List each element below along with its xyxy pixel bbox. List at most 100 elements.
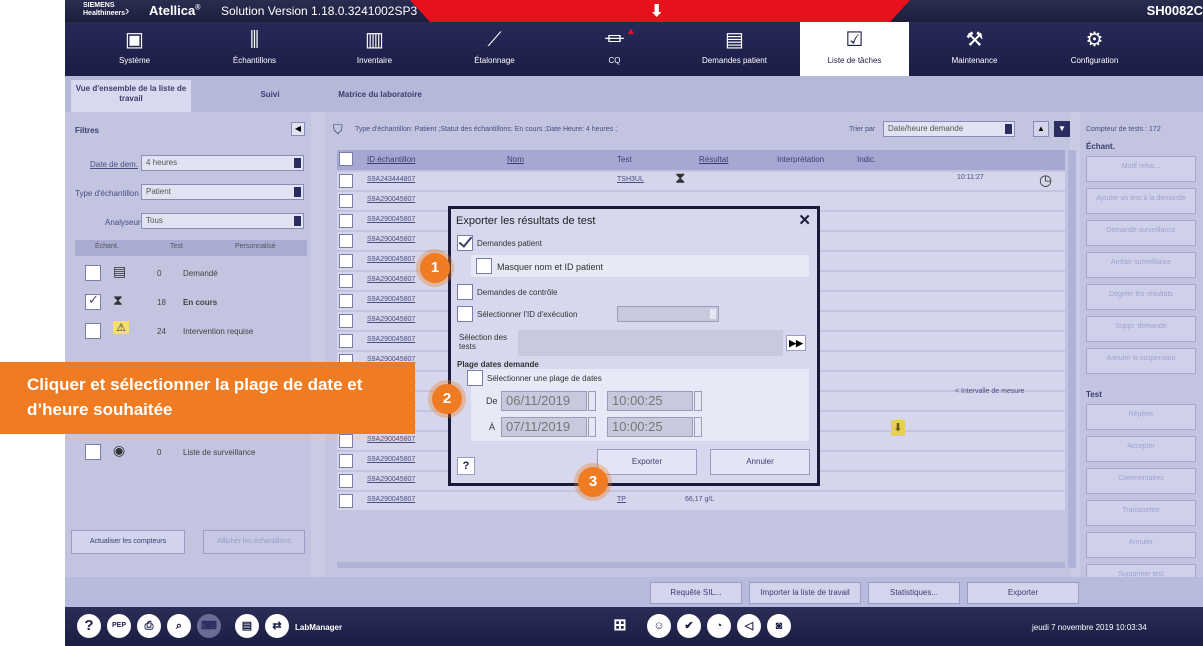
column-id[interactable]: ID échantillon [367,155,415,164]
from-time-spinner[interactable] [694,391,702,411]
print-icon[interactable]: ⎙ [137,614,161,638]
nav-maintenance[interactable]: ⚒ Maintenance [920,22,1029,76]
row-sample-id[interactable]: S9A243444807 [367,176,415,183]
tab-overview[interactable]: Vue d'ensemble de la liste de travail [71,80,191,112]
filter-checkbox-surveillance[interactable] [85,444,101,460]
row-sample-id[interactable]: S9A290045807 [367,216,415,223]
nav-echantillons[interactable]: ⫼ Échantillons [200,22,309,76]
analyser-select[interactable]: Tous [141,213,304,229]
nav-inventaire[interactable]: ▥ Inventaire [320,22,429,76]
sort-descending-button[interactable]: ▼ [1054,121,1070,137]
table-row[interactable]: S9A243444807 TSH3UL [337,172,1065,191]
row-sample-id[interactable]: S9A290045807 [367,316,415,323]
camera-icon[interactable]: ◙ [767,614,791,638]
row-sample-id[interactable]: S9A290045807 [367,496,415,503]
from-date-spinner[interactable] [588,391,596,411]
filter-tab-perso[interactable]: Personnalisé [235,243,275,250]
row-checkbox[interactable] [339,174,353,188]
action-button[interactable]: Motif refus... [1086,156,1196,182]
help-icon[interactable]: ? [77,614,101,638]
to-time-input[interactable]: 10:00:25 [607,417,693,437]
filter-tab-echant[interactable]: Échant. [95,243,119,250]
statistics-button[interactable]: Statistiques... [868,582,960,604]
dialog-cancel-button[interactable]: Annuler [710,449,810,475]
requete-sil-button[interactable]: Requête SIL... [650,582,742,604]
row-test[interactable]: TP [617,496,626,503]
export-button[interactable]: Exporter [967,582,1079,604]
row-checkbox[interactable] [339,234,353,248]
filter-checkbox-en-cours[interactable]: ✓ [85,292,101,310]
action-button[interactable]: Suppr. demande [1086,316,1196,342]
row-checkbox[interactable] [339,474,353,488]
run-id-select[interactable] [617,306,719,322]
nav-systeme[interactable]: ▣ Système [80,22,189,76]
nav-demandes-patient[interactable]: ▤ Demandes patient [680,22,789,76]
search-icon[interactable]: ⌕ [167,614,191,638]
row-sample-id[interactable]: S9A290045807 [367,196,415,203]
document-icon[interactable]: ▤ [235,614,259,638]
action-button[interactable]: Annuler [1086,532,1196,558]
network-tree-icon[interactable]: ⊞ [608,614,632,638]
row-test[interactable]: TSH3UL [617,176,644,183]
action-button[interactable]: Accepter [1086,436,1196,462]
row-sample-id[interactable]: S9A290045807 [367,436,415,443]
sort-select[interactable]: Date/heure demande [883,121,1015,137]
row-checkbox[interactable] [339,334,353,348]
pep-icon[interactable]: PEP [107,614,131,638]
nav-configuration[interactable]: ⚙ Configuration [1040,22,1149,76]
collapse-left-icon[interactable]: ◀ [291,122,305,136]
row-sample-id[interactable]: S9A290045807 [367,256,415,263]
row-sample-id[interactable]: S9A290045807 [367,296,415,303]
row-sample-id[interactable]: S9A290045807 [367,336,415,343]
row-sample-id[interactable]: S9A290045807 [367,236,415,243]
sample-status-icon[interactable]: ✔ [677,614,701,638]
nav-liste-taches[interactable]: ☑ Liste de tâches [800,22,909,76]
action-button[interactable]: Commentaires [1086,468,1196,494]
action-button[interactable]: Répéter [1086,404,1196,430]
close-icon[interactable]: ✕ [798,211,811,229]
row-sample-id[interactable]: S9A290045807 [367,456,415,463]
row-checkbox[interactable] [339,194,353,208]
column-interpretation[interactable]: Interprétation [777,155,824,164]
nav-cq[interactable]: ⏛ CQ ▲ [560,22,669,76]
column-resultat[interactable]: Résultat [699,155,728,164]
date-range-checkbox[interactable] [467,370,483,386]
nav-etalonnage[interactable]: ⟋ Étalonnage [440,22,549,76]
gauge-icon[interactable]: ◔ [707,614,731,638]
date-select[interactable]: 4 heures [141,155,304,171]
date-label[interactable]: Date de dem. [90,160,138,169]
show-samples-button[interactable]: Afficher les échantillons [203,530,305,554]
vertical-scrollbar[interactable] [1068,150,1076,568]
refresh-counters-button[interactable]: Actualiser les compteurs [71,530,185,554]
row-checkbox[interactable] [339,294,353,308]
row-checkbox[interactable] [339,314,353,328]
to-date-input[interactable]: 07/11/2019 [501,417,587,437]
arrow-down-icon[interactable]: ⬇ [650,1,663,21]
row-checkbox[interactable] [339,454,353,468]
network-icon[interactable]: ⇄ [265,614,289,638]
select-all-checkbox[interactable] [339,152,353,166]
mask-name-checkbox[interactable] [476,258,492,274]
patient-orders-checkbox[interactable] [457,235,473,251]
dialog-export-button[interactable]: Exporter [597,449,697,475]
column-nom[interactable]: Nom [507,155,524,164]
filter-icon[interactable]: ⛉ [333,122,343,138]
run-id-checkbox[interactable] [457,306,473,322]
filter-checkbox-intervention[interactable] [85,323,101,339]
sort-ascending-button[interactable]: ▲ [1033,121,1049,137]
action-button[interactable]: Dégeler les résultats [1086,284,1196,310]
action-button[interactable]: Demande surveillance [1086,220,1196,246]
user-icon[interactable]: ☺ [647,614,671,638]
filter-tab-test[interactable]: Test [170,243,183,250]
import-worklist-button[interactable]: Importer la liste de travail [749,582,861,604]
action-button[interactable]: Ajouter un test à la demande [1086,188,1196,214]
table-row[interactable]: S9A290045807 TP 66,17 g/L [337,492,1065,511]
to-date-spinner[interactable] [588,417,596,437]
test-selection-field[interactable] [518,330,783,356]
fast-forward-icon[interactable]: ▶▶ [786,335,806,351]
filter-checkbox-demande[interactable] [85,265,101,281]
column-indic[interactable]: Indic. [857,155,876,164]
row-checkbox[interactable] [339,274,353,288]
column-test[interactable]: Test [617,155,632,164]
dialog-help-button[interactable]: ? [457,457,475,475]
